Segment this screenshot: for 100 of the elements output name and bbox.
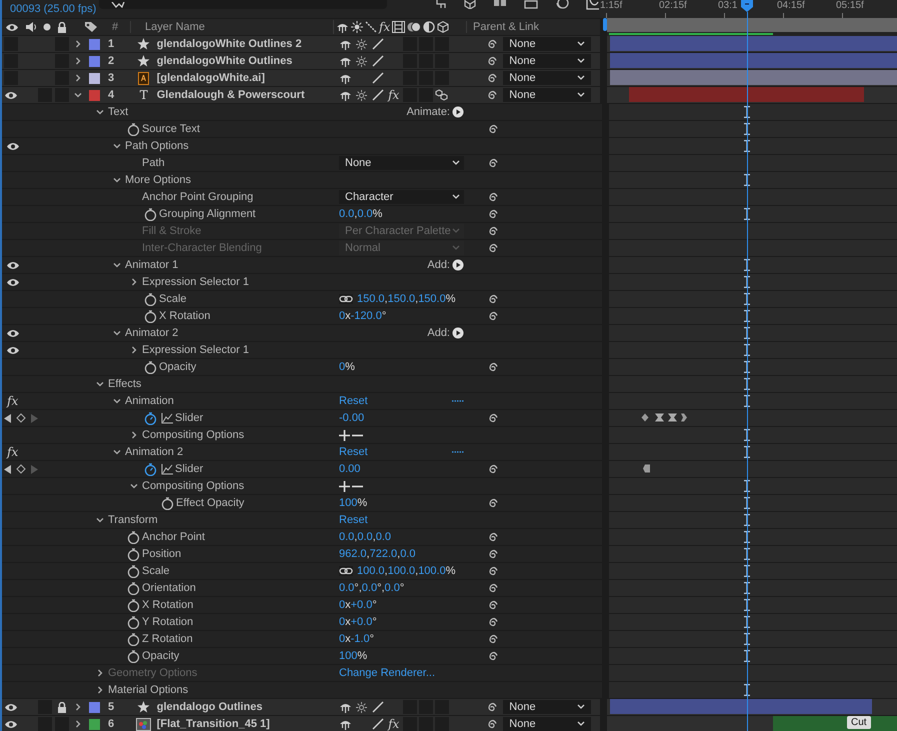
- eye-icon[interactable]: [6, 260, 20, 270]
- stopwatch-icon[interactable]: [127, 530, 140, 544]
- layer-duration-bar[interactable]: Cut: [773, 716, 897, 731]
- eye-icon[interactable]: [6, 278, 20, 286]
- label-color-swatch[interactable]: [88, 702, 100, 712]
- cubes-icon[interactable]: [435, 89, 448, 101]
- chevron-down-icon[interactable]: [113, 176, 121, 184]
- chevron-down-icon[interactable]: [113, 397, 121, 405]
- property-value[interactable]: 0x-1.0°: [339, 633, 374, 645]
- property-name[interactable]: Animation: [125, 395, 174, 407]
- solo-dot-icon[interactable]: [43, 23, 51, 31]
- property-name[interactable]: Expression Selector 1: [142, 344, 249, 356]
- property-value[interactable]: 100.0,100.0,100.0%: [357, 565, 456, 577]
- label-color-swatch[interactable]: [88, 38, 100, 50]
- property-name[interactable]: Grouping Alignment: [159, 208, 256, 220]
- property-value[interactable]: 962.0,722.0,0.0: [339, 548, 416, 560]
- label-color-swatch[interactable]: [88, 718, 100, 730]
- eye-icon[interactable]: [5, 22, 19, 32]
- parent-dropdown[interactable]: None: [503, 88, 592, 102]
- quality-slash-icon[interactable]: [372, 701, 384, 713]
- shy-icon[interactable]: [339, 56, 352, 66]
- label-tag-icon[interactable]: [84, 21, 98, 33]
- stopwatch-icon[interactable]: [144, 412, 157, 424]
- property-value[interactable]: -0.00: [339, 412, 364, 424]
- property-name[interactable]: Material Options: [108, 684, 188, 696]
- chevron-down-icon[interactable]: [113, 142, 121, 150]
- property-value[interactable]: 0.0°,0.0°,0.0°: [339, 582, 404, 594]
- visibility-toggle[interactable]: [4, 54, 18, 68]
- stopwatch-icon[interactable]: [127, 548, 140, 560]
- plus-icon[interactable]: [339, 480, 350, 492]
- layer-name[interactable]: [glendalogoWhite.ai]: [154, 72, 338, 84]
- layer-row[interactable]: 6 [Flat_Transition_45 1] fx None: [2, 716, 600, 731]
- property-value[interactable]: 0x+0.0°: [339, 599, 377, 611]
- cube-icon[interactable]: [437, 21, 450, 33]
- shy-icon[interactable]: [339, 702, 352, 712]
- layer-name[interactable]: glendalogoWhite Outlines: [154, 55, 338, 67]
- stopwatch-icon[interactable]: [144, 462, 157, 476]
- chevron-right-icon[interactable]: [74, 720, 82, 728]
- play-circle-icon[interactable]: [452, 259, 464, 271]
- stopwatch-icon[interactable]: [144, 208, 157, 220]
- half-circle-icon[interactable]: [423, 21, 436, 33]
- previous-keyframe-icon[interactable]: [4, 414, 12, 422]
- eye-icon[interactable]: [4, 702, 18, 712]
- property-name[interactable]: Effect Opacity: [176, 497, 244, 509]
- stopwatch-icon[interactable]: [127, 582, 140, 594]
- chevron-down-icon[interactable]: [113, 329, 121, 337]
- layer-row[interactable]: 4 T Glendalough & Powerscourt fx None: [2, 87, 600, 104]
- property-name[interactable]: Effects: [108, 378, 142, 390]
- property-name[interactable]: Anchor Point Grouping: [142, 191, 254, 203]
- chevron-right-icon[interactable]: [130, 346, 138, 354]
- stopwatch-icon[interactable]: [127, 650, 140, 662]
- quality-slash-icon[interactable]: [372, 718, 384, 730]
- parent-dropdown[interactable]: None: [503, 37, 592, 51]
- label-color-swatch[interactable]: [88, 90, 100, 100]
- parent-dropdown[interactable]: None: [503, 71, 592, 85]
- property-value[interactable]: 0x-120.0°: [339, 310, 386, 322]
- effect-toggle[interactable]: fx: [4, 394, 18, 408]
- property-name[interactable]: Transform: [108, 514, 158, 526]
- layer-row[interactable]: 2 glendalogoWhite Outlines None: [2, 53, 600, 70]
- parent-dropdown[interactable]: None: [503, 54, 592, 68]
- property-name[interactable]: Compositing Options: [142, 429, 244, 441]
- property-value[interactable]: 0.00: [339, 463, 360, 475]
- visibility-toggle[interactable]: [4, 71, 18, 85]
- layer-row[interactable]: 1 glendalogoWhite Outlines 2 None: [2, 36, 600, 53]
- property-name[interactable]: X Rotation: [159, 310, 210, 322]
- property-dropdown[interactable]: Character: [339, 190, 464, 204]
- film-icon[interactable]: [392, 21, 406, 33]
- property-name[interactable]: Animation 2: [125, 446, 184, 458]
- layer-row[interactable]: 3 [glendalogoWhite.ai] None: [2, 70, 600, 87]
- chevron-right-icon[interactable]: [130, 278, 138, 286]
- eye-icon[interactable]: [4, 720, 18, 728]
- stopwatch-icon[interactable]: [127, 564, 140, 578]
- action-label[interactable]: Animate:: [406, 106, 450, 118]
- effects-switch[interactable]: fx: [388, 88, 400, 102]
- property-name[interactable]: Scale: [142, 565, 170, 577]
- sun-icon[interactable]: [356, 56, 368, 66]
- property-name[interactable]: Y Rotation: [142, 616, 194, 628]
- action-label[interactable]: Add:: [427, 327, 450, 339]
- chevron-down-icon[interactable]: [113, 261, 121, 269]
- quality-slash-icon[interactable]: [372, 55, 384, 67]
- add-keyframe-icon[interactable]: [16, 464, 26, 474]
- options-dots-icon[interactable]: [452, 450, 464, 454]
- label-color-swatch[interactable]: [88, 72, 100, 84]
- comp-flow-icon[interactable]: [435, 0, 447, 8]
- sun-icon[interactable]: [356, 38, 368, 50]
- stopwatch-icon[interactable]: [127, 122, 140, 136]
- layer-name-column-header[interactable]: Layer Name: [130, 21, 333, 33]
- property-name[interactable]: Expression Selector 1: [142, 276, 249, 288]
- parent-dropdown[interactable]: None: [503, 717, 592, 731]
- timeline-track[interactable]: Cut: [607, 716, 897, 731]
- motion-blur-icon[interactable]: [555, 0, 569, 10]
- property-name[interactable]: Compositing Options: [142, 480, 244, 492]
- property-name[interactable]: Source Text: [142, 123, 200, 135]
- eye-icon[interactable]: [6, 328, 20, 338]
- property-name[interactable]: Position: [142, 548, 182, 560]
- previous-keyframe-icon[interactable]: [4, 464, 12, 474]
- options-dots-icon[interactable]: [452, 399, 464, 403]
- property-value[interactable]: 0x+0.0°: [339, 616, 377, 628]
- parent-link-column-header[interactable]: Parent & Link: [466, 21, 540, 33]
- playhead-handle[interactable]: [741, 0, 753, 12]
